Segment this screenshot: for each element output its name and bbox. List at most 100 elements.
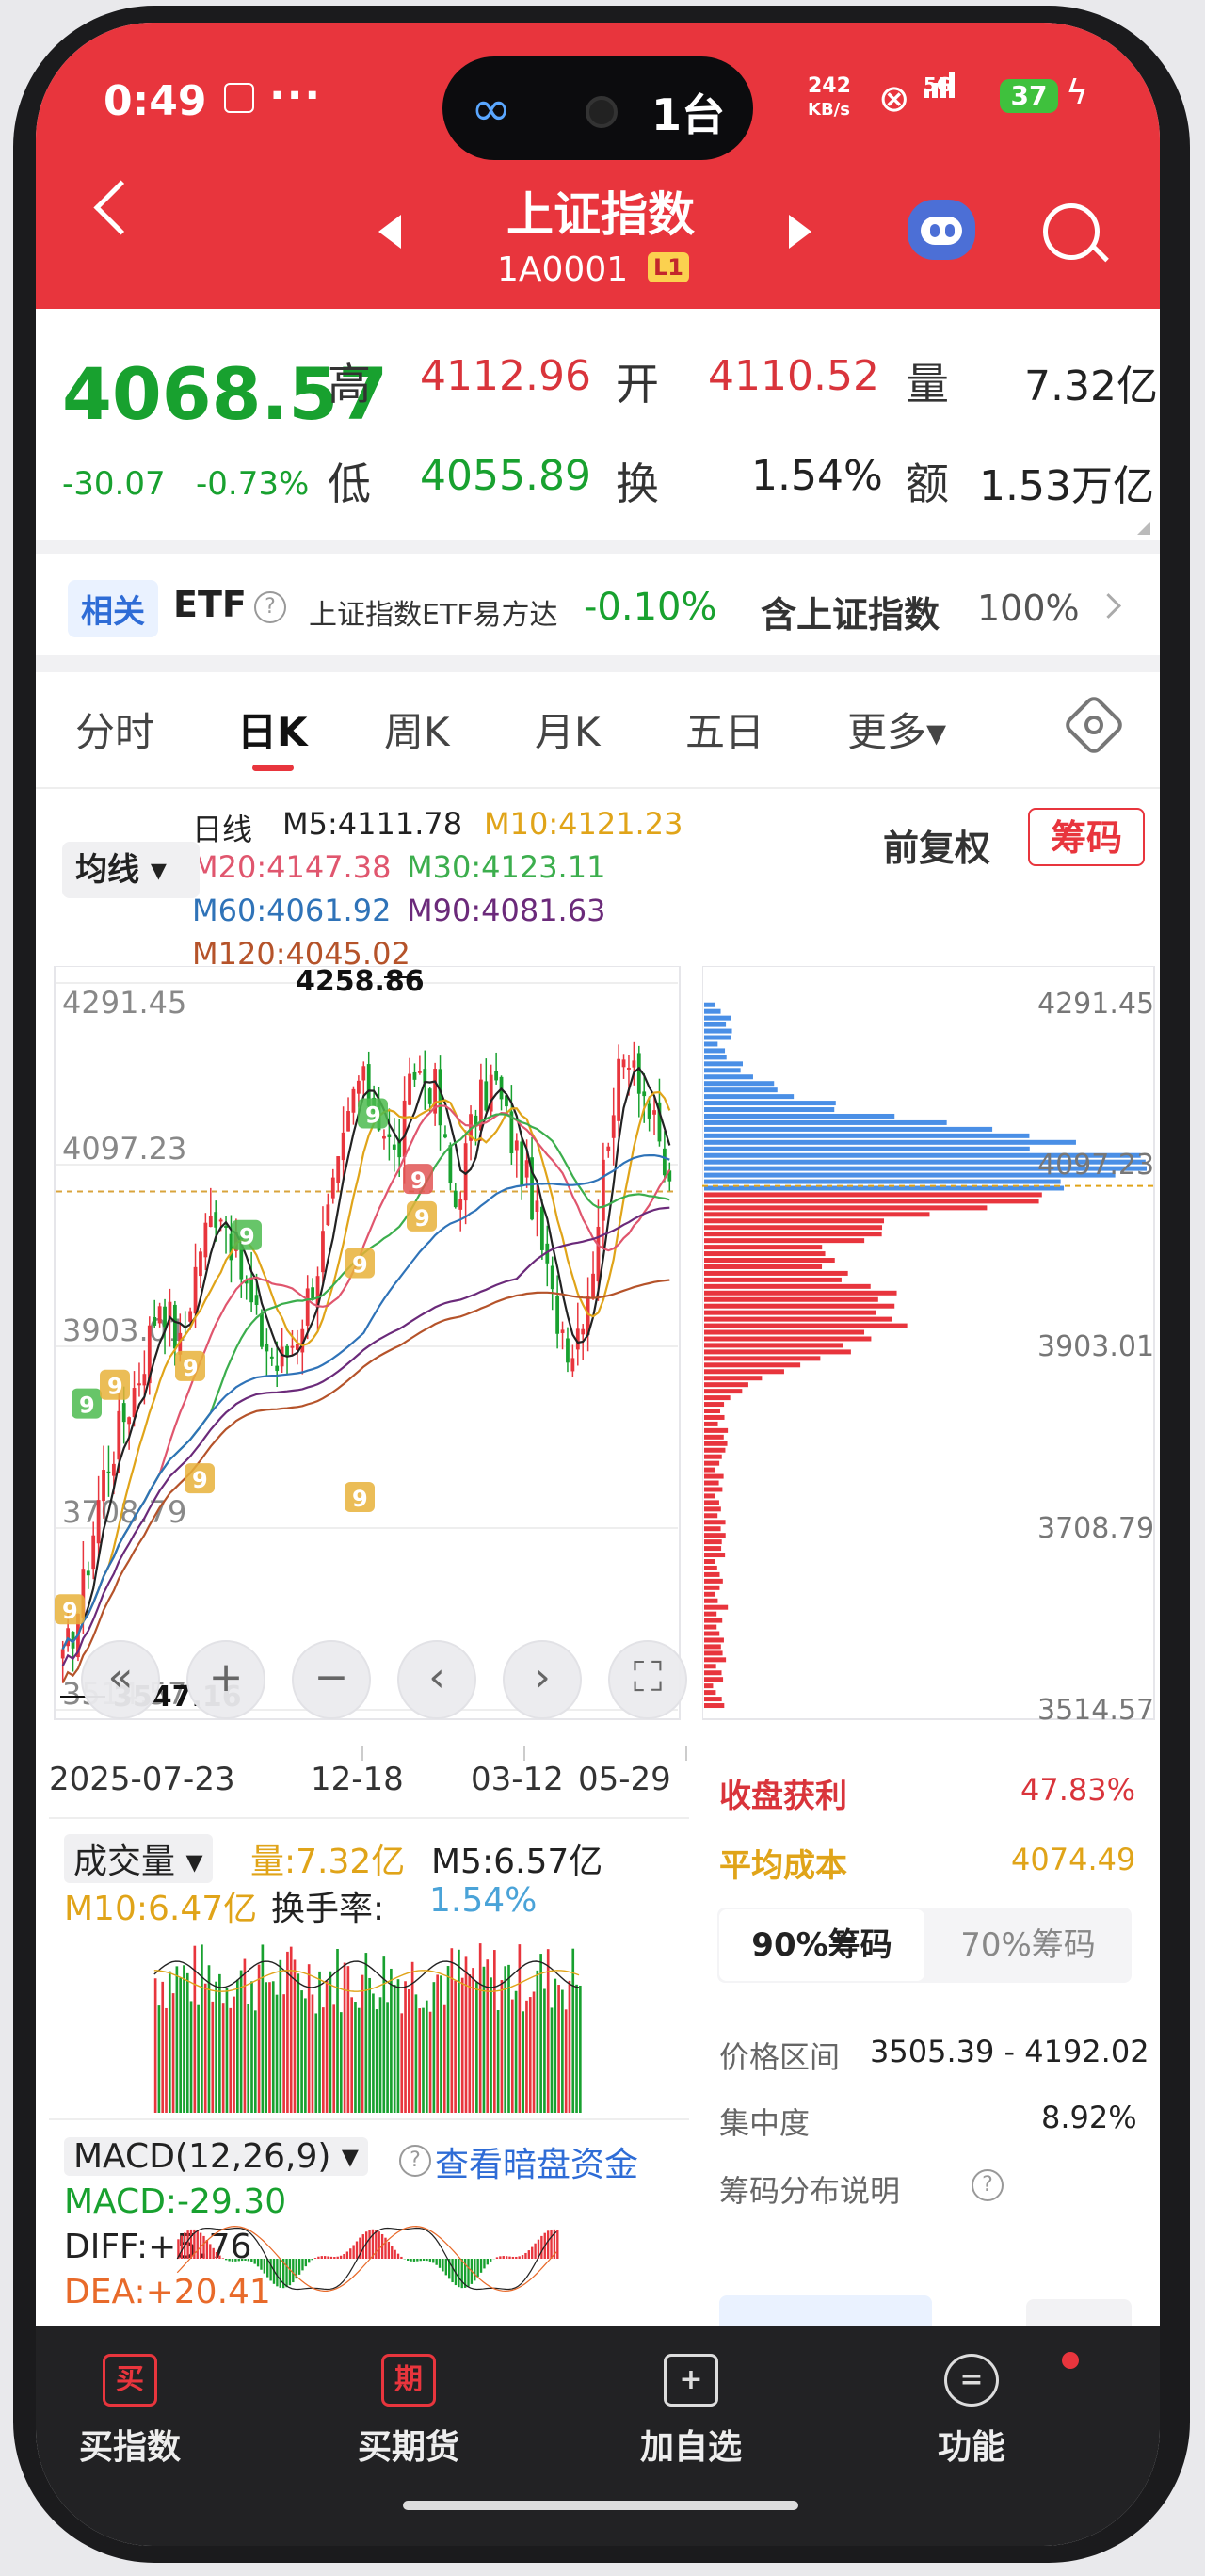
candle-body bbox=[111, 1463, 116, 1476]
candle-body bbox=[188, 1311, 193, 1322]
macd-bar bbox=[336, 2256, 339, 2259]
volume-bar bbox=[293, 1959, 297, 2113]
volume-bar bbox=[414, 1994, 418, 2113]
volume-bar bbox=[564, 2009, 568, 2113]
dark-pool-link[interactable]: 查看暗盘资金 bbox=[435, 2137, 638, 2186]
chip-bar bbox=[704, 1081, 775, 1087]
macd-bar bbox=[327, 2256, 329, 2259]
chip-bar bbox=[704, 1336, 872, 1342]
candle-body bbox=[86, 1570, 90, 1576]
chip-bar bbox=[704, 1061, 744, 1067]
chip-bar bbox=[704, 1585, 720, 1590]
volume-bar bbox=[247, 2004, 250, 2113]
candle-body bbox=[427, 1088, 432, 1104]
chip-bar bbox=[704, 1290, 897, 1296]
chip-bar bbox=[704, 1192, 1042, 1198]
fullscreen-button[interactable]: ⛶ bbox=[608, 1640, 687, 1719]
tab-monthly-k[interactable]: 月K bbox=[535, 700, 601, 758]
zoom-out-button[interactable]: − bbox=[292, 1640, 371, 1719]
camera-icon bbox=[586, 96, 618, 128]
zoom-in-button[interactable]: + bbox=[186, 1640, 265, 1719]
scroll-left-button[interactable]: ‹ bbox=[397, 1640, 476, 1719]
divider bbox=[49, 2118, 689, 2120]
macd-bar bbox=[508, 2256, 511, 2259]
x-date-label: 12-18 bbox=[311, 1761, 404, 1798]
search-icon[interactable] bbox=[1043, 203, 1100, 260]
ma-selector-button[interactable]: 均线 ▾ bbox=[62, 842, 200, 898]
help-icon[interactable]: ? bbox=[972, 2169, 1004, 2201]
chip-bar bbox=[704, 1113, 895, 1119]
volume-bar bbox=[282, 1994, 285, 2113]
buy-futures-button[interactable]: 期 买期货 bbox=[314, 2354, 503, 2469]
tab-chip-70[interactable]: 70%筹码 bbox=[924, 1909, 1132, 1981]
chip-bar bbox=[704, 1087, 778, 1093]
expand-corner-icon[interactable] bbox=[1137, 522, 1150, 535]
chip-bar bbox=[704, 1035, 731, 1040]
back-icon[interactable] bbox=[93, 180, 149, 235]
volume-bar bbox=[279, 1959, 282, 2113]
help-icon[interactable]: ? bbox=[254, 591, 286, 623]
tab-five-day[interactable]: 五日 bbox=[685, 700, 764, 758]
buy-index-button[interactable]: 买 买指数 bbox=[36, 2354, 224, 2469]
chip-bar bbox=[704, 1553, 726, 1558]
functions-label: 功能 bbox=[937, 2428, 1005, 2467]
signal-marker-number: 9 bbox=[365, 1103, 381, 1129]
candle-body bbox=[581, 1328, 586, 1335]
candle-body bbox=[494, 1071, 499, 1081]
ai-assistant-icon[interactable] bbox=[908, 200, 975, 260]
volume-selector[interactable]: 成交量 ▾ bbox=[64, 1834, 213, 1883]
volume-bar bbox=[361, 1974, 364, 2113]
etf-holding-pct: 100% bbox=[977, 588, 1080, 629]
candle-body bbox=[606, 1146, 611, 1151]
volume-bar bbox=[579, 1985, 582, 2113]
dynamic-island[interactable]: ∞ 1台 bbox=[442, 56, 753, 160]
chip-bar bbox=[704, 1409, 721, 1414]
chip-bar bbox=[704, 1074, 753, 1080]
tab-chip-90[interactable]: 90%筹码 bbox=[719, 1909, 924, 1981]
volume-bar bbox=[368, 1977, 371, 2113]
candle-body bbox=[652, 1110, 656, 1115]
tab-intraday[interactable]: 分时 bbox=[75, 700, 154, 758]
chip-bar bbox=[704, 1650, 723, 1656]
turnover-rate-value: 1.54% bbox=[429, 1881, 538, 1920]
scroll-right-button[interactable]: › bbox=[503, 1640, 582, 1719]
next-stock-icon[interactable] bbox=[789, 215, 811, 249]
tab-weekly-k[interactable]: 周K bbox=[384, 700, 450, 758]
volume-bar bbox=[396, 1979, 400, 2113]
volume-bar bbox=[339, 2012, 343, 2113]
chip-bar bbox=[704, 1690, 716, 1696]
macd-selector[interactable]: MACD(12,26,9) ▾ bbox=[64, 2137, 368, 2176]
add-watchlist-button[interactable]: + 加自选 bbox=[597, 2354, 785, 2469]
settings-icon[interactable] bbox=[1062, 693, 1126, 757]
candle-body bbox=[611, 1115, 616, 1138]
macd-bar bbox=[260, 2259, 263, 2270]
chip-bar bbox=[704, 1316, 892, 1322]
chip-explain-link[interactable]: 筹码分布说明 bbox=[719, 2167, 900, 2211]
volume-bar bbox=[496, 2010, 500, 2113]
chip-bar bbox=[704, 1232, 882, 1237]
candle-body bbox=[214, 1212, 218, 1228]
volume-bar bbox=[215, 1981, 217, 2113]
volume-bar bbox=[250, 1981, 253, 2113]
adjust-mode[interactable]: 前复权 bbox=[883, 819, 990, 871]
macd-bar bbox=[256, 2259, 260, 2267]
help-icon[interactable]: ? bbox=[399, 2145, 431, 2177]
macd-bar bbox=[550, 2229, 553, 2259]
macd-bar bbox=[218, 2255, 221, 2259]
home-indicator[interactable] bbox=[403, 2501, 798, 2510]
jump-start-button[interactable]: « bbox=[81, 1640, 160, 1719]
prev-stock-icon[interactable] bbox=[378, 215, 401, 249]
chip-bar bbox=[704, 1369, 784, 1375]
k-line-chart[interactable]: 4291.454097.233903.013708.793514.574258.… bbox=[49, 966, 689, 1766]
macd-bar bbox=[186, 2230, 189, 2259]
chip-toggle-button[interactable]: 筹码 bbox=[1028, 808, 1145, 866]
tab-more[interactable]: 更多▾ bbox=[847, 700, 946, 758]
macd-bar bbox=[205, 2239, 209, 2259]
buy-index-label: 买指数 bbox=[78, 2428, 181, 2467]
macd-bar bbox=[435, 2259, 438, 2265]
chip-bar bbox=[704, 1421, 718, 1426]
tab-daily-k[interactable]: 日K bbox=[237, 700, 308, 758]
macd-bar bbox=[196, 2230, 199, 2259]
chip-bar bbox=[704, 1513, 718, 1519]
functions-button[interactable]: = 功能 bbox=[877, 2354, 1066, 2469]
